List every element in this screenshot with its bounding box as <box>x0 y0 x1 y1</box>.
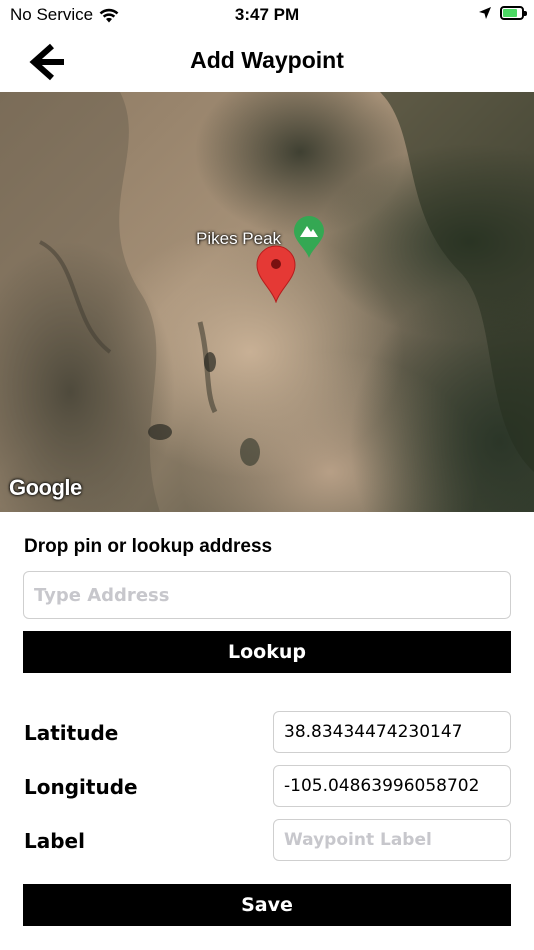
latitude-field[interactable] <box>273 711 511 753</box>
location-arrow-icon <box>479 7 491 19</box>
map-view[interactable]: Pikes Peak Google <box>0 92 534 512</box>
latitude-label: Latitude <box>24 721 119 745</box>
status-time: 3:47 PM <box>234 5 300 24</box>
mountain-marker-icon[interactable] <box>292 215 326 259</box>
battery-level <box>503 9 517 17</box>
nav-bar: Add Waypoint <box>0 32 534 92</box>
waypoint-label-field[interactable] <box>273 819 511 861</box>
address-input[interactable] <box>23 571 511 619</box>
drop-pin-icon[interactable] <box>255 245 297 303</box>
longitude-field[interactable] <box>273 765 511 807</box>
section-heading: Drop pin or lookup address <box>24 536 273 557</box>
page-title: Add Waypoint <box>190 47 344 73</box>
google-attribution: Google <box>9 475 82 500</box>
longitude-label: Longitude <box>24 775 138 799</box>
status-right <box>478 6 527 20</box>
label-label: Label <box>24 829 85 853</box>
lookup-button[interactable]: Lookup <box>23 631 511 673</box>
status-bar: No Service 3:47 PM <box>0 0 534 32</box>
battery-charging-icon <box>500 6 527 20</box>
save-button[interactable]: Save <box>23 884 511 926</box>
